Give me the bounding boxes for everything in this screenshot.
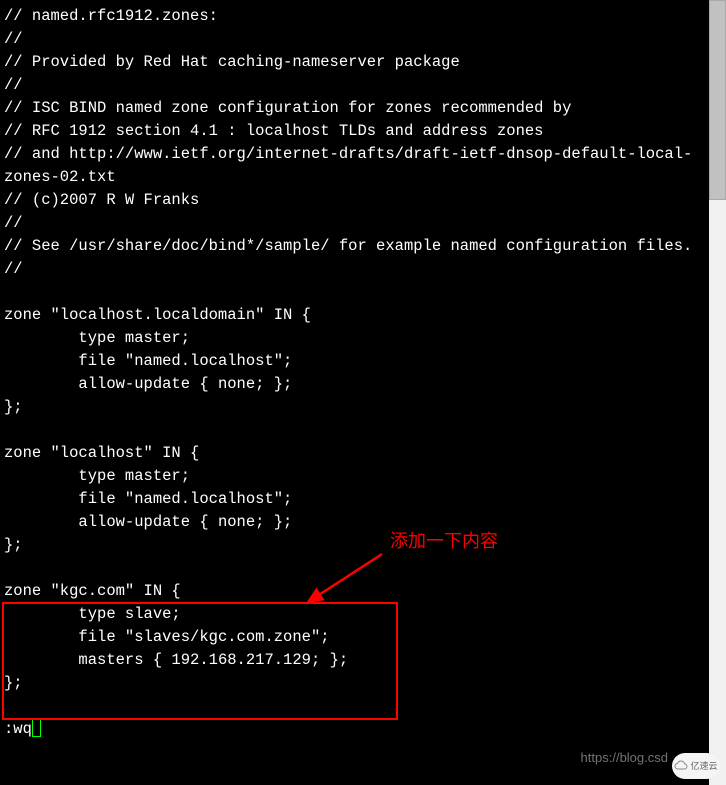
code-line: allow-update { none; };	[4, 373, 694, 396]
code-line: //	[4, 74, 694, 97]
code-line: };	[4, 672, 694, 695]
code-line: };	[4, 396, 694, 419]
code-line: zone "localhost.localdomain" IN {	[4, 304, 694, 327]
code-line: zone "localhost" IN {	[4, 442, 694, 465]
cloud-icon	[674, 760, 688, 772]
code-line: file "named.localhost";	[4, 488, 694, 511]
code-line: type master;	[4, 465, 694, 488]
blank-line	[4, 419, 694, 442]
blank-line	[4, 695, 694, 718]
code-line: file "slaves/kgc.com.zone";	[4, 626, 694, 649]
blank-line	[4, 281, 694, 304]
cursor-icon	[32, 719, 41, 737]
code-line: };	[4, 534, 694, 557]
code-line: //	[4, 212, 694, 235]
code-line: file "named.localhost";	[4, 350, 694, 373]
code-line: //	[4, 258, 694, 281]
code-line: // RFC 1912 section 4.1 : localhost TLDs…	[4, 120, 694, 143]
code-line: // and http://www.ietf.org/internet-draf…	[4, 143, 694, 189]
code-line: // ISC BIND named zone configuration for…	[4, 97, 694, 120]
vim-command-text: :wq	[4, 720, 32, 738]
code-line: //	[4, 28, 694, 51]
code-line: // named.rfc1912.zones:	[4, 5, 694, 28]
code-line: // Provided by Red Hat caching-nameserve…	[4, 51, 694, 74]
code-line: zone "kgc.com" IN {	[4, 580, 694, 603]
code-line: type master;	[4, 327, 694, 350]
vertical-scrollbar[interactable]	[709, 0, 726, 785]
logo-badge: 亿速云	[672, 753, 720, 779]
watermark-text: https://blog.csd	[581, 746, 668, 769]
blank-line	[4, 557, 694, 580]
code-line: // (c)2007 R W Franks	[4, 189, 694, 212]
badge-text: 亿速云	[690, 755, 717, 778]
vim-command-line[interactable]: :wq	[4, 718, 694, 741]
scrollbar-thumb[interactable]	[709, 0, 726, 200]
code-line: type slave;	[4, 603, 694, 626]
terminal-editor[interactable]: // named.rfc1912.zones: // // Provided b…	[0, 0, 698, 785]
code-line: // See /usr/share/doc/bind*/sample/ for …	[4, 235, 694, 258]
code-line: masters { 192.168.217.129; };	[4, 649, 694, 672]
code-line: allow-update { none; };	[4, 511, 694, 534]
